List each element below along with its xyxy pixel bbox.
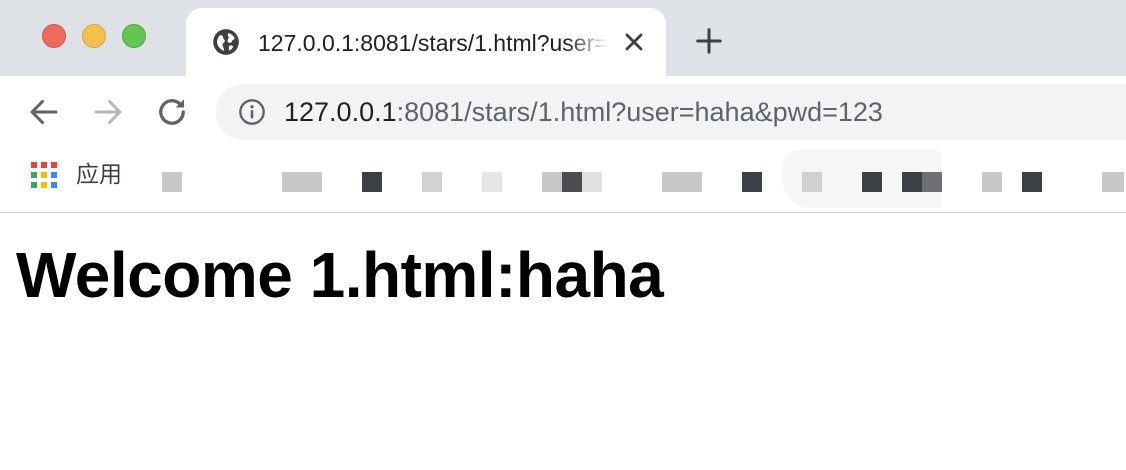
- bookmark-item[interactable]: [1102, 172, 1124, 192]
- bookmark-item[interactable]: [802, 172, 822, 192]
- url-text[interactable]: 127.0.0.1:8081/stars/1.html?user=haha&pw…: [284, 96, 883, 128]
- address-bar[interactable]: 127.0.0.1:8081/stars/1.html?user=haha&pw…: [216, 84, 1126, 140]
- bookmark-item[interactable]: [742, 172, 762, 192]
- bookmark-item[interactable]: [862, 172, 882, 192]
- bookmark-item[interactable]: [922, 172, 942, 192]
- bookmark-item[interactable]: [282, 172, 322, 192]
- bookmark-item[interactable]: [662, 172, 702, 192]
- url-host: 127.0.0.1: [284, 97, 397, 127]
- reload-icon[interactable]: [154, 94, 190, 130]
- bookmark-item[interactable]: [162, 172, 182, 192]
- bookmark-item[interactable]: [362, 172, 382, 192]
- arrow-left-icon[interactable]: [26, 94, 62, 130]
- close-icon[interactable]: [620, 28, 648, 56]
- window-maximize-button[interactable]: [122, 24, 146, 48]
- bookmark-item[interactable]: [562, 172, 582, 192]
- url-path: :8081/stars/1.html?user=haha&pwd=123: [396, 97, 883, 127]
- bookmark-item[interactable]: [582, 172, 602, 192]
- tab-strip: 127.0.0.1:8081/stars/1.html?user=haha&pw…: [0, 0, 1126, 76]
- tab-active[interactable]: 127.0.0.1:8081/stars/1.html?user=haha&pw…: [186, 8, 666, 76]
- plus-icon[interactable]: [694, 26, 724, 56]
- apps-grid-icon[interactable]: [31, 162, 57, 188]
- bookmarks-bar: 应用: [0, 148, 1126, 213]
- bookmark-item[interactable]: [982, 172, 1002, 192]
- apps-bookmark-label[interactable]: 应用: [76, 160, 122, 190]
- bookmark-item[interactable]: [542, 172, 562, 192]
- globe-icon: [213, 29, 239, 55]
- bookmark-item[interactable]: [482, 172, 502, 192]
- bookmark-item[interactable]: [1022, 172, 1042, 192]
- page-content: Welcome 1.html:haha: [0, 213, 1126, 470]
- arrow-right-icon[interactable]: [90, 94, 126, 130]
- window-close-button[interactable]: [42, 24, 66, 48]
- browser-window: 127.0.0.1:8081/stars/1.html?user=haha&pw…: [0, 0, 1126, 470]
- window-minimize-button[interactable]: [82, 24, 106, 48]
- bookmark-item[interactable]: [902, 172, 922, 192]
- page-heading: Welcome 1.html:haha: [16, 239, 664, 311]
- tab-title: 127.0.0.1:8081/stars/1.html?user=haha&pw…: [258, 30, 608, 56]
- browser-toolbar: 127.0.0.1:8081/stars/1.html?user=haha&pw…: [0, 76, 1126, 148]
- info-icon[interactable]: [238, 98, 266, 126]
- bookmark-item[interactable]: [422, 172, 442, 192]
